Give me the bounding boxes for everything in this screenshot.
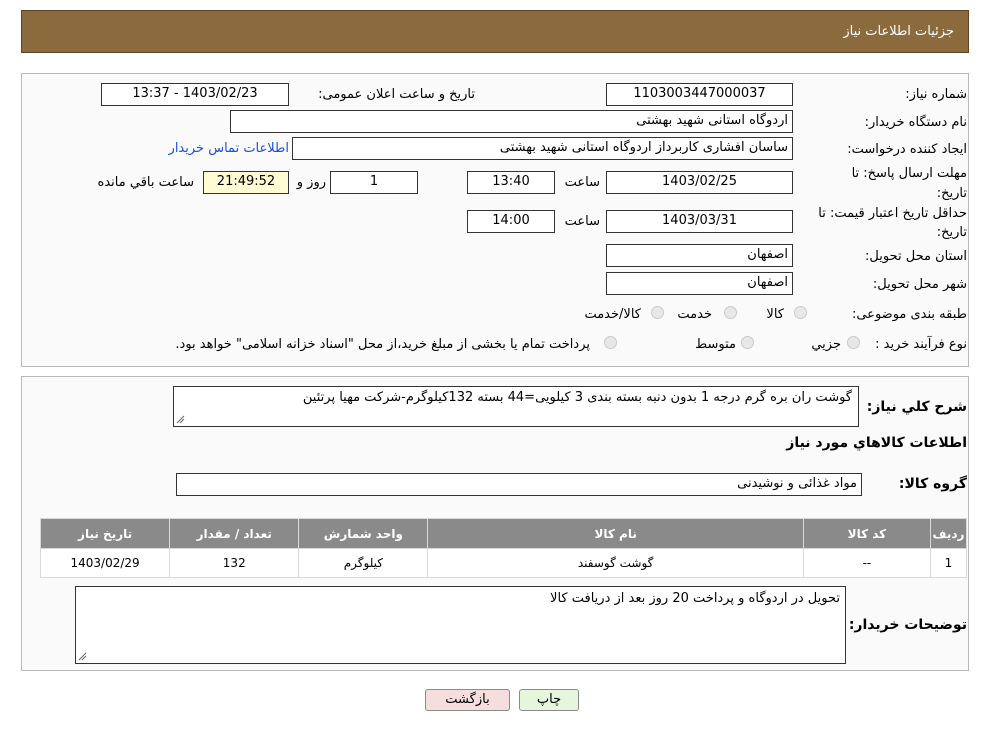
items-table: ردیف کد کالا نام کالا واحد شمارش تعداد /…: [40, 518, 967, 578]
summary-text: گوشت ران بره گرم درجه 1 بدون دنبه بسته ب…: [302, 390, 852, 405]
days-label: روز و: [296, 175, 326, 190]
purchase-option-partial: جزیي: [811, 337, 841, 352]
resize-handle-icon[interactable]: [78, 652, 87, 661]
summary-label: شرح کلي نیاز:: [866, 399, 967, 415]
buyer-notes-label: توضیحات خریدار:: [848, 617, 967, 633]
page-header: جزئیات اطلاعات نیاز: [21, 10, 969, 53]
summary-textarea[interactable]: گوشت ران بره گرم درجه 1 بدون دنبه بسته ب…: [173, 386, 859, 427]
province-field: اصفهان: [606, 244, 793, 267]
validity-label: حداقل تاریخ اعتبار قیمت: تا: [818, 206, 967, 221]
col-header-unit: واحد شمارش: [299, 519, 428, 548]
need-number-label: شماره نیاز:: [905, 87, 967, 102]
cell-quantity: 132: [170, 549, 299, 577]
purchase-note: پرداخت تمام یا بخشی از مبلغ خرید،از محل …: [175, 337, 590, 352]
category-radio-goods-service[interactable]: [651, 306, 664, 319]
col-header-need-date: تاریخ نیاز: [41, 519, 170, 548]
purchase-option-medium: متوسط: [695, 337, 736, 352]
resize-handle-icon[interactable]: [176, 415, 185, 424]
cell-item-code: --: [803, 549, 930, 577]
buyer-org-field: اردوگاه استانی شهید بهشتی: [230, 110, 793, 133]
col-header-item-code: کد کالا: [803, 519, 930, 548]
category-label: طبقه بندی موضوعی:: [851, 307, 967, 322]
need-number-field: 1103003447000037: [606, 83, 793, 106]
items-heading: اطلاعات کالاهاي مورد نیاز: [786, 435, 967, 451]
cell-row-number: 1: [930, 549, 966, 577]
purchase-radio-partial[interactable]: [847, 336, 860, 349]
validity-time-label: ساعت: [564, 214, 600, 229]
days-field: 1: [330, 171, 418, 194]
goods-group-label: گروه کالا:: [898, 476, 967, 492]
buyer-notes-text: تحویل در اردوگاه و پرداخت 20 روز بعد از …: [550, 591, 840, 606]
creator-field: ساسان افشاری کاربرداز اردوگاه استانی شهی…: [292, 137, 793, 160]
cell-need-date: 1403/02/29: [41, 549, 170, 577]
cell-item-name: گوشت گوسفند: [428, 549, 803, 577]
province-label: استان محل تحویل:: [865, 249, 967, 264]
category-option-goods-service: کالا/خدمت: [584, 307, 641, 322]
deadline-time-label: ساعت: [564, 175, 600, 190]
category-option-goods: کالا: [766, 307, 784, 322]
items-table-header-row: ردیف کد کالا نام کالا واحد شمارش تعداد /…: [41, 519, 966, 548]
col-header-item-name: نام کالا: [428, 519, 803, 548]
page-title: جزئیات اطلاعات نیاز: [843, 24, 954, 39]
purchase-radio-medium[interactable]: [741, 336, 754, 349]
deadline-label-date: تاریخ:: [936, 186, 967, 201]
announce-datetime-field: 1403/02/23 - 13:37: [101, 83, 289, 106]
deadline-label: مهلت ارسال پاسخ: تا: [851, 166, 967, 181]
back-button[interactable]: بازگشت: [425, 689, 510, 711]
remaining-time-field: 21:49:52: [203, 171, 289, 194]
validity-date-field: 1403/03/31: [606, 210, 793, 233]
purchase-checkbox-treasury[interactable]: [604, 336, 617, 349]
deadline-date-field: 1403/02/25: [606, 171, 793, 194]
cell-unit: کیلوگرم: [299, 549, 428, 577]
city-field: اصفهان: [606, 272, 793, 295]
print-button[interactable]: چاپ: [519, 689, 579, 711]
creator-label: ایجاد کننده درخواست:: [847, 142, 967, 157]
validity-label-date: تاریخ:: [936, 225, 967, 240]
buyer-org-label: نام دستگاه خریدار:: [864, 115, 967, 130]
purchase-type-label: نوع فرآیند خرید :: [875, 337, 967, 352]
deadline-time-field: 13:40: [467, 171, 555, 194]
buyer-notes-textarea[interactable]: تحویل در اردوگاه و پرداخت 20 روز بعد از …: [75, 586, 846, 664]
city-label: شهر محل تحویل:: [872, 277, 967, 292]
category-radio-goods[interactable]: [794, 306, 807, 319]
announce-label: تاریخ و ساعت اعلان عمومی:: [318, 87, 475, 102]
col-header-row-number: ردیف: [930, 519, 966, 548]
remaining-label: ساعت باقي مانده: [97, 175, 194, 190]
category-option-service: خدمت: [677, 307, 712, 322]
category-radio-service[interactable]: [724, 306, 737, 319]
goods-group-field: مواد غذائی و نوشیدنی: [176, 473, 862, 496]
validity-time-field: 14:00: [467, 210, 555, 233]
col-header-quantity: تعداد / مقدار: [170, 519, 299, 548]
buyer-contact-link[interactable]: اطلاعات تماس خریدار: [169, 141, 289, 156]
table-row: 1 -- گوشت گوسفند کیلوگرم 132 1403/02/29: [41, 549, 966, 577]
